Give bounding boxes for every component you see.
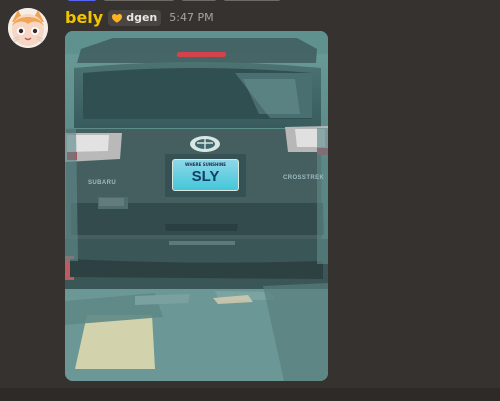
avatar[interactable] [8, 8, 48, 48]
previous-message-edge [68, 0, 298, 2]
license-plate-text: SLY [191, 168, 220, 185]
license-plate: WHERE SUNSHINE SLY [172, 159, 239, 191]
username[interactable]: bely [65, 8, 103, 28]
reply-line [224, 0, 280, 1]
avatar-illustration [8, 8, 48, 48]
message-view: bely dgen 5:47 PM WHERE SUNSHINE SLY SUB… [0, 0, 500, 401]
heart-icon [111, 12, 123, 24]
heart-icon-graphic [112, 14, 123, 23]
license-plate-state: WHERE SUNSHINE [185, 162, 226, 167]
model-badge: CROSSTREK [283, 175, 325, 181]
image-attachment[interactable]: WHERE SUNSHINE SLY SUBARU CROSSTREK [65, 31, 328, 381]
brand-badge: SUBARU [88, 180, 117, 186]
car-photo [65, 31, 328, 381]
message-input-edge [0, 388, 500, 401]
reply-line [104, 0, 174, 1]
reply-line [68, 0, 96, 1]
reply-line [182, 0, 216, 1]
message-header: bely dgen 5:47 PM [65, 8, 214, 28]
role-tag-label: dgen [126, 11, 158, 24]
role-tag[interactable]: dgen [108, 10, 162, 26]
timestamp[interactable]: 5:47 PM [169, 10, 213, 26]
